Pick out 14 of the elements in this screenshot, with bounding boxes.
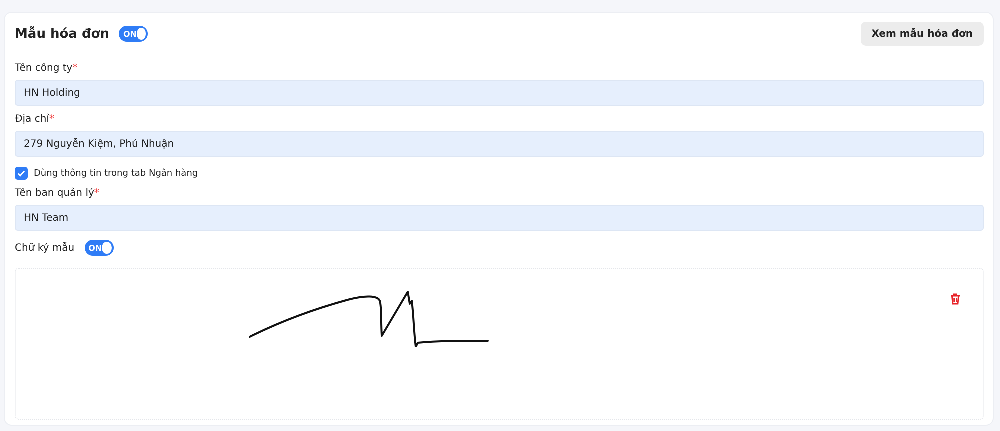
input-field[interactable]: HN Team: [15, 205, 984, 231]
field-label: Tên công ty*: [15, 63, 79, 75]
toggle-switch[interactable]: ON: [119, 26, 148, 42]
field-label: Tên ban quản lý*: [15, 188, 100, 200]
field-label: Địa chỉ*: [15, 114, 56, 126]
checkbox[interactable]: [15, 167, 28, 180]
toggle-switch[interactable]: ON: [84, 240, 114, 256]
field-label: Chữ ký mẫu: [15, 242, 75, 254]
checkbox-label: Dùng thông tin trong tab Ngân hàng: [34, 168, 198, 178]
input-field[interactable]: 279 Nguyễn Kiệm, Phú Nhuận: [15, 131, 984, 157]
section-title: Mẫu hóa đơn: [15, 26, 110, 42]
preview-button[interactable]: Xem mẫu hóa đơn: [860, 22, 984, 46]
trash-icon[interactable]: [950, 293, 961, 305]
input-field[interactable]: HN Holding: [15, 80, 984, 106]
